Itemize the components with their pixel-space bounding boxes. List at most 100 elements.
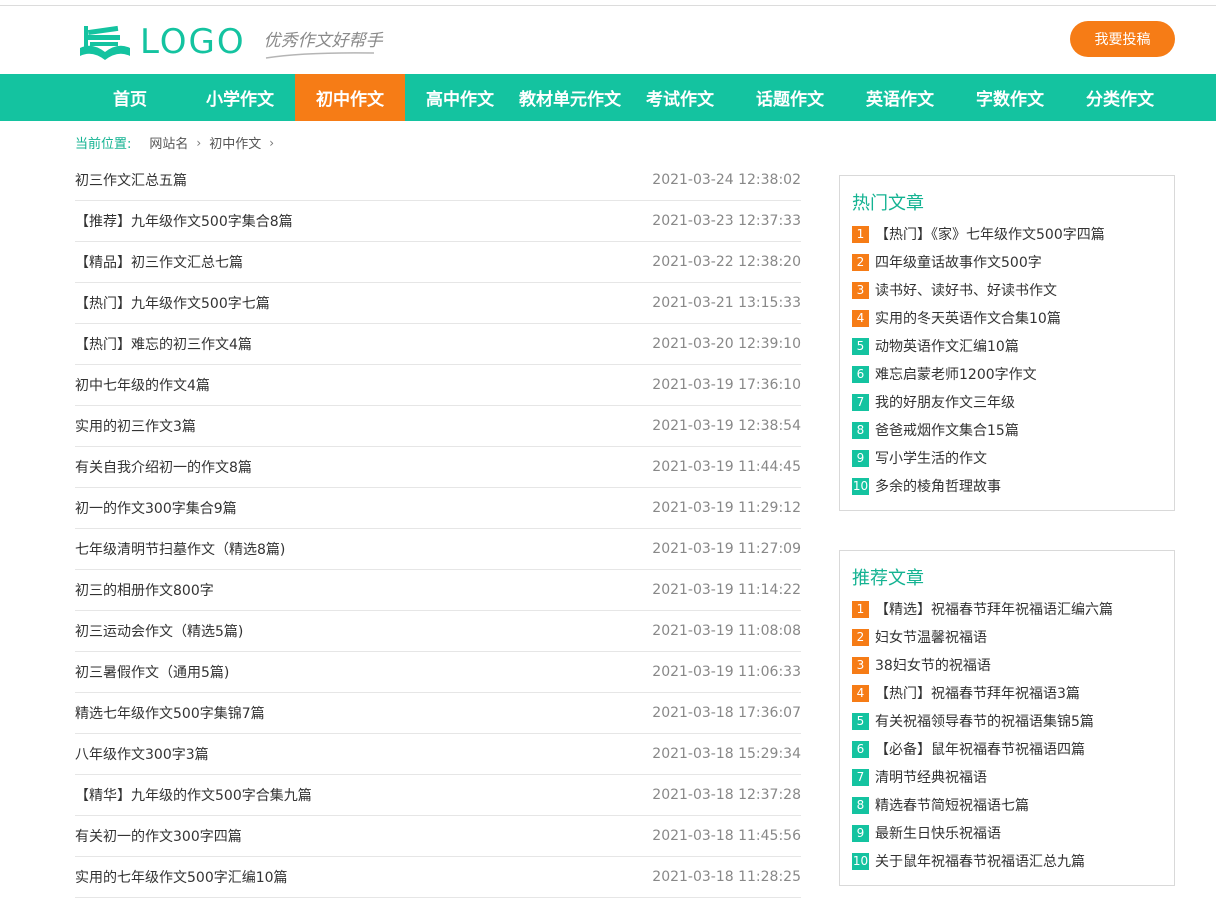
article-title-link[interactable]: 有关初一的作文300字四篇 (75, 826, 242, 846)
article-title-link[interactable]: 八年级作文300字3篇 (75, 744, 209, 764)
nav-item-word-count[interactable]: 字数作文 (955, 74, 1065, 121)
hot-item[interactable]: 8 爸爸戒烟作文集合15篇 (852, 416, 1162, 444)
recommended-item-title[interactable]: 清明节经典祝福语 (875, 767, 987, 787)
recommended-item[interactable]: 6 【必备】鼠年祝福春节祝福语四篇 (852, 735, 1162, 763)
rank-badge: 3 (852, 656, 869, 674)
article-row[interactable]: 初三暑假作文（通用5篇) 2021-03-19 11:06:33 (75, 652, 801, 693)
recommended-item[interactable]: 2 妇女节温馨祝福语 (852, 623, 1162, 651)
article-title-link[interactable]: 初中七年级的作文4篇 (75, 375, 210, 395)
nav-item-textbook[interactable]: 教材单元作文 (515, 74, 625, 121)
article-date: 2021-03-22 12:38:20 (652, 254, 801, 270)
hot-item[interactable]: 5 动物英语作文汇编10篇 (852, 332, 1162, 360)
nav-item-primary[interactable]: 小学作文 (185, 74, 295, 121)
hot-articles-list: 1 【热门】《家》七年级作文500字四篇 2 四年级童话故事作文500字 3 读书好、读好… (852, 220, 1162, 500)
nav-item-exam[interactable]: 考试作文 (625, 74, 735, 121)
article-title-link[interactable]: 实用的七年级作文500字汇编10篇 (75, 867, 288, 887)
nav-item-senior-high[interactable]: 高中作文 (405, 74, 515, 121)
recommended-item-title[interactable]: 关于鼠年祝福春节祝福语汇总九篇 (875, 851, 1085, 871)
recommended-item[interactable]: 7 清明节经典祝福语 (852, 763, 1162, 791)
hot-item-title[interactable]: 实用的冬天英语作文合集10篇 (875, 308, 1061, 328)
recommended-item-title[interactable]: 最新生日快乐祝福语 (875, 823, 1001, 843)
hot-item[interactable]: 2 四年级童话故事作文500字 (852, 248, 1162, 276)
recommended-item[interactable]: 8 精选春节简短祝福语七篇 (852, 791, 1162, 819)
article-title-link[interactable]: 初三运动会作文（精选5篇) (75, 621, 243, 641)
article-row[interactable]: 初三的相册作文800字 2021-03-19 11:14:22 (75, 570, 801, 611)
rank-badge: 1 (852, 225, 869, 243)
article-date: 2021-03-23 12:37:33 (652, 213, 801, 229)
article-title-link[interactable]: 【精华】九年级的作文500字合集九篇 (75, 785, 312, 805)
hot-item[interactable]: 3 读书好、读好书、好读书作文 (852, 276, 1162, 304)
rank-badge: 6 (852, 740, 869, 758)
breadcrumb-link[interactable]: 网站名 (149, 133, 188, 152)
article-title-link[interactable]: 七年级清明节扫墓作文（精选8篇) (75, 539, 285, 559)
article-title-link[interactable]: 【热门】九年级作文500字七篇 (75, 293, 270, 313)
hot-item[interactable]: 10 多余的棱角哲理故事 (852, 472, 1162, 500)
article-title-link[interactable]: 精选七年级作文500字集锦7篇 (75, 703, 265, 723)
article-title-link[interactable]: 【热门】难忘的初三作文4篇 (75, 334, 252, 354)
hot-item[interactable]: 7 我的好朋友作文三年级 (852, 388, 1162, 416)
article-row[interactable]: 【精华】九年级的作文500字合集九篇 2021-03-18 12:37:28 (75, 775, 801, 816)
article-row[interactable]: 初中七年级的作文4篇 2021-03-19 17:36:10 (75, 365, 801, 406)
article-title-link[interactable]: 初三作文汇总五篇 (75, 170, 187, 190)
article-title-link[interactable]: 初三的相册作文800字 (75, 580, 214, 600)
rank-badge: 3 (852, 281, 869, 299)
article-row[interactable]: 精选七年级作文500字集锦7篇 2021-03-18 17:36:07 (75, 693, 801, 734)
recommended-item[interactable]: 1 【精选】祝福春节拜年祝福语汇编六篇 (852, 595, 1162, 623)
recommended-item-title[interactable]: 精选春节简短祝福语七篇 (875, 795, 1029, 815)
article-date: 2021-03-19 11:14:22 (652, 582, 801, 598)
hot-item-title[interactable]: 多余的棱角哲理故事 (875, 476, 1001, 496)
article-title-link[interactable]: 【推荐】九年级作文500字集合8篇 (75, 211, 293, 231)
breadcrumb-link[interactable]: 初中作文 (209, 133, 261, 152)
site-logo[interactable]: LOGO 优秀作文好帮手 (76, 18, 383, 66)
hot-item-title[interactable]: 写小学生活的作文 (875, 448, 987, 468)
article-row[interactable]: 七年级清明节扫墓作文（精选8篇) 2021-03-19 11:27:09 (75, 529, 801, 570)
hot-item-title[interactable]: 动物英语作文汇编10篇 (875, 336, 1019, 356)
article-row[interactable]: 实用的初三作文3篇 2021-03-19 12:38:54 (75, 406, 801, 447)
submit-article-button[interactable]: 我要投稿 (1070, 21, 1175, 57)
article-row[interactable]: 有关自我介绍初一的作文8篇 2021-03-19 11:44:45 (75, 447, 801, 488)
nav-item-category[interactable]: 分类作文 (1065, 74, 1175, 121)
hot-item-title[interactable]: 【热门】《家》七年级作文500字四篇 (875, 224, 1105, 244)
nav-item-home[interactable]: 首页 (75, 74, 185, 121)
hot-item-title[interactable]: 我的好朋友作文三年级 (875, 392, 1015, 412)
recommended-item[interactable]: 10 关于鼠年祝福春节祝福语汇总九篇 (852, 847, 1162, 875)
article-title-link[interactable]: 实用的初三作文3篇 (75, 416, 196, 436)
hot-item-title[interactable]: 爸爸戒烟作文集合15篇 (875, 420, 1019, 440)
rank-badge: 10 (852, 852, 869, 870)
recommended-item[interactable]: 5 有关祝福领导春节的祝福语集锦5篇 (852, 707, 1162, 735)
recommended-item-title[interactable]: 【热门】祝福春节拜年祝福语3篇 (875, 683, 1080, 703)
nav-item-english[interactable]: 英语作文 (845, 74, 955, 121)
article-row[interactable]: 初一的作文300字集合9篇 2021-03-19 11:29:12 (75, 488, 801, 529)
recommended-item-title[interactable]: 【精选】祝福春节拜年祝福语汇编六篇 (875, 599, 1113, 619)
article-row[interactable]: 八年级作文300字3篇 2021-03-18 15:29:34 (75, 734, 801, 775)
article-row[interactable]: 初三运动会作文（精选5篇) 2021-03-19 11:08:08 (75, 611, 801, 652)
hot-item[interactable]: 4 实用的冬天英语作文合集10篇 (852, 304, 1162, 332)
article-row[interactable]: 【热门】九年级作文500字七篇 2021-03-21 13:15:33 (75, 283, 801, 324)
article-row[interactable]: 实用的七年级作文500字汇编10篇 2021-03-18 11:28:25 (75, 857, 801, 898)
hot-item-title[interactable]: 读书好、读好书、好读书作文 (875, 280, 1057, 300)
recommended-item[interactable]: 3 38妇女节的祝福语 (852, 651, 1162, 679)
hot-item-title[interactable]: 四年级童话故事作文500字 (875, 252, 1042, 272)
article-row[interactable]: 【热门】难忘的初三作文4篇 2021-03-20 12:39:10 (75, 324, 801, 365)
article-row[interactable]: 有关初一的作文300字四篇 2021-03-18 11:45:56 (75, 816, 801, 857)
hot-item[interactable]: 6 难忘启蒙老师1200字作文 (852, 360, 1162, 388)
article-title-link[interactable]: 【精品】初三作文汇总七篇 (75, 252, 243, 272)
article-title-link[interactable]: 初三暑假作文（通用5篇) (75, 662, 229, 682)
recommended-item-title[interactable]: 妇女节温馨祝福语 (875, 627, 987, 647)
article-row[interactable]: 【推荐】九年级作文500字集合8篇 2021-03-23 12:37:33 (75, 201, 801, 242)
recommended-item[interactable]: 9 最新生日快乐祝福语 (852, 819, 1162, 847)
article-row[interactable]: 【精品】初三作文汇总七篇 2021-03-22 12:38:20 (75, 242, 801, 283)
recommended-item[interactable]: 4 【热门】祝福春节拜年祝福语3篇 (852, 679, 1162, 707)
rank-badge: 5 (852, 712, 869, 730)
article-row[interactable]: 初三作文汇总五篇 2021-03-24 12:38:02 (75, 160, 801, 201)
recommended-item-title[interactable]: 【必备】鼠年祝福春节祝福语四篇 (875, 739, 1085, 759)
recommended-item-title[interactable]: 有关祝福领导春节的祝福语集锦5篇 (875, 711, 1094, 731)
article-title-link[interactable]: 初一的作文300字集合9篇 (75, 498, 237, 518)
nav-item-topic[interactable]: 话题作文 (735, 74, 845, 121)
hot-item[interactable]: 9 写小学生活的作文 (852, 444, 1162, 472)
nav-item-junior-high[interactable]: 初中作文 (295, 74, 405, 121)
hot-item[interactable]: 1 【热门】《家》七年级作文500字四篇 (852, 220, 1162, 248)
hot-item-title[interactable]: 难忘启蒙老师1200字作文 (875, 364, 1037, 384)
article-title-link[interactable]: 有关自我介绍初一的作文8篇 (75, 457, 252, 477)
recommended-item-title[interactable]: 38妇女节的祝福语 (875, 655, 991, 675)
